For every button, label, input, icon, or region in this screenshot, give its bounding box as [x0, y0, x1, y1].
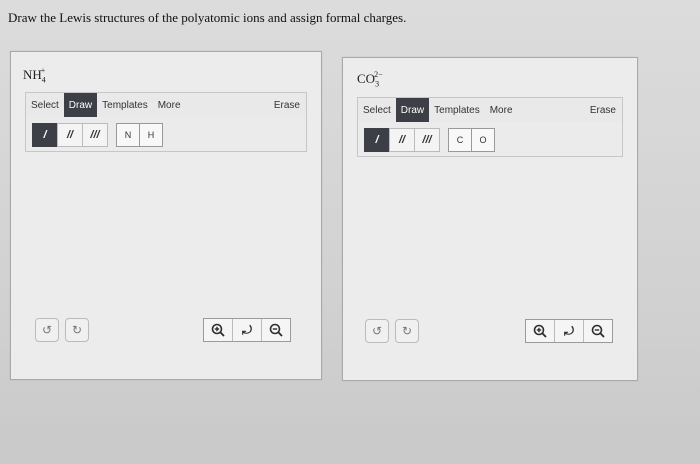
reset-zoom-icon: ⤾: [564, 323, 574, 338]
draw-toolbar: / // /// C O: [357, 122, 623, 157]
single-bond-button[interactable]: /: [364, 128, 390, 152]
tab-draw[interactable]: Draw: [395, 98, 430, 122]
redo-icon: ↻: [71, 323, 83, 337]
zoom-in-icon: [533, 324, 547, 338]
tab-select[interactable]: Select: [26, 93, 64, 117]
erase-button[interactable]: Erase: [585, 98, 622, 122]
atom-o-button[interactable]: O: [471, 129, 494, 151]
undo-button[interactable]: ↺: [35, 318, 59, 342]
triple-bond-button[interactable]: ///: [414, 128, 440, 152]
single-bond-button[interactable]: /: [32, 123, 58, 147]
zoom-controls: ⤾: [525, 319, 613, 343]
formula-co3: CO32−: [357, 70, 383, 89]
atom-n-button[interactable]: N: [117, 124, 139, 146]
atom-buttons: N H: [116, 123, 163, 147]
lewis-panel-co3: CO32− Select Draw Templates More Erase /…: [342, 57, 638, 381]
tab-draw[interactable]: Draw: [63, 93, 98, 117]
triple-bond-button[interactable]: ///: [82, 123, 108, 147]
zoom-in-button[interactable]: [204, 319, 232, 341]
erase-button[interactable]: Erase: [269, 93, 306, 117]
atom-c-button[interactable]: C: [449, 129, 471, 151]
tab-templates[interactable]: Templates: [97, 93, 153, 117]
tab-more[interactable]: More: [485, 98, 518, 122]
zoom-in-button[interactable]: [526, 320, 554, 342]
zoom-out-icon: [591, 324, 605, 338]
zoom-controls: ⤾: [203, 318, 291, 342]
zoom-out-button[interactable]: [261, 319, 290, 341]
lewis-panel-nh4: NH4+ Select Draw Templates More Erase / …: [10, 51, 322, 380]
undo-button[interactable]: ↺: [365, 319, 389, 343]
undo-icon: ↺: [371, 324, 383, 338]
redo-icon: ↻: [401, 324, 413, 338]
double-bond-button[interactable]: //: [389, 128, 415, 152]
tab-templates[interactable]: Templates: [429, 98, 485, 122]
editor-toolbar: Select Draw Templates More Erase: [25, 92, 307, 118]
reset-zoom-button[interactable]: ⤾: [554, 320, 583, 342]
zoom-out-icon: [269, 323, 283, 337]
atom-h-button[interactable]: H: [139, 124, 162, 146]
instruction-text: Draw the Lewis structures of the polyato…: [8, 10, 407, 25]
redo-button[interactable]: ↻: [395, 319, 419, 343]
tab-select[interactable]: Select: [358, 98, 396, 122]
zoom-out-button[interactable]: [583, 320, 612, 342]
double-bond-button[interactable]: //: [57, 123, 83, 147]
zoom-in-icon: [211, 323, 225, 337]
draw-toolbar: / // /// N H: [25, 117, 307, 152]
redo-button[interactable]: ↻: [65, 318, 89, 342]
formula-nh4: NH4+: [23, 66, 46, 85]
reset-zoom-icon: ⤾: [242, 322, 252, 337]
editor-toolbar: Select Draw Templates More Erase: [357, 97, 623, 123]
tab-more[interactable]: More: [153, 93, 186, 117]
undo-icon: ↺: [41, 323, 53, 337]
atom-buttons: C O: [448, 128, 495, 152]
reset-zoom-button[interactable]: ⤾: [232, 319, 261, 341]
